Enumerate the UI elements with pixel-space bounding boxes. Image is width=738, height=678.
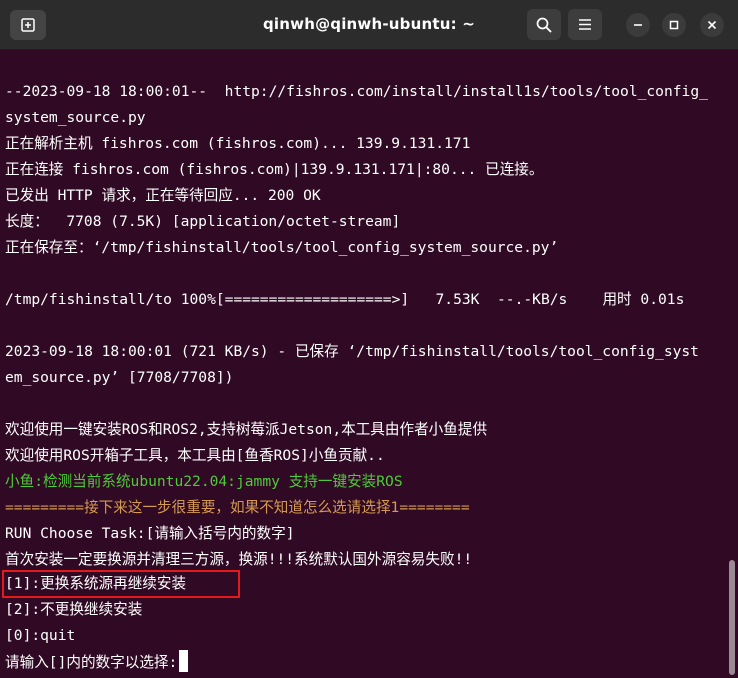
- highlight-box: [2, 570, 240, 598]
- maximize-icon: [669, 20, 679, 30]
- notice-line: 首次安装一定要换源并清理三方源，换源!!!系统默认国外源容易失败!!: [5, 551, 473, 568]
- terminal-window: qinwh@qinwh-ubuntu: ~ --2023-09-18 18:00…: [0, 0, 738, 678]
- close-button[interactable]: [700, 13, 724, 37]
- title-bar[interactable]: qinwh@qinwh-ubuntu: ~: [0, 0, 738, 50]
- output-line: system_source.py: [5, 109, 146, 126]
- task-prompt-line: RUN Choose Task:[请输入括号内的数字]: [5, 525, 295, 542]
- output-line: 正在保存至：‘/tmp/fishinstall/tools/tool_confi…: [5, 239, 559, 256]
- output-line: --2023-09-18 18:00:01-- http://fishros.c…: [5, 83, 708, 100]
- menu-button[interactable]: [568, 9, 602, 40]
- minimize-icon: [634, 24, 642, 26]
- search-icon: [536, 17, 552, 33]
- download-progress-line: /tmp/fishinstall/to 100%[===============…: [5, 291, 685, 308]
- close-icon: [707, 20, 717, 30]
- text-cursor: [179, 650, 189, 672]
- output-line: 2023-09-18 18:00:01 (721 KB/s) - 已保存 ‘/t…: [5, 343, 699, 360]
- maximize-button[interactable]: [662, 13, 686, 37]
- hamburger-menu-icon: [579, 19, 591, 30]
- option-0: [0]:quit: [5, 627, 76, 644]
- system-detect-line: 小鱼:检测当前系统ubuntu22.04:jammy 支持一键安装ROS: [5, 473, 403, 490]
- output-line: 正在解析主机 fishros.com (fishros.com)... 139.…: [5, 135, 471, 152]
- output-line: 长度： 7708 (7.5K) [application/octet-strea…: [5, 213, 401, 230]
- minimize-button[interactable]: [626, 13, 650, 37]
- terminal-output[interactable]: --2023-09-18 18:00:01-- http://fishros.c…: [0, 50, 738, 678]
- option-2: [2]:不更换继续安装: [5, 601, 143, 618]
- scrollbar-thumb[interactable]: [729, 560, 735, 675]
- welcome-line: 欢迎使用一键安装ROS和ROS2,支持树莓派Jetson,本工具由作者小鱼提供: [5, 421, 488, 438]
- output-line: em_source.py’ [7708/7708]): [5, 369, 234, 386]
- search-button[interactable]: [527, 9, 561, 40]
- input-prompt-line[interactable]: 请输入[]内的数字以选择:: [5, 650, 189, 674]
- warning-line: =========接下来这一步很重要，如果不知道怎么选请选择1========: [5, 499, 470, 516]
- output-line: 已发出 HTTP 请求，正在等待回应... 200 OK: [5, 187, 321, 204]
- input-prompt-text: 请输入[]内的数字以选择:: [5, 654, 178, 671]
- welcome-line: 欢迎使用ROS开箱子工具，本工具由[鱼香ROS]小鱼贡献..: [5, 447, 385, 464]
- output-line: 正在连接 fishros.com (fishros.com)|139.9.131…: [5, 161, 544, 178]
